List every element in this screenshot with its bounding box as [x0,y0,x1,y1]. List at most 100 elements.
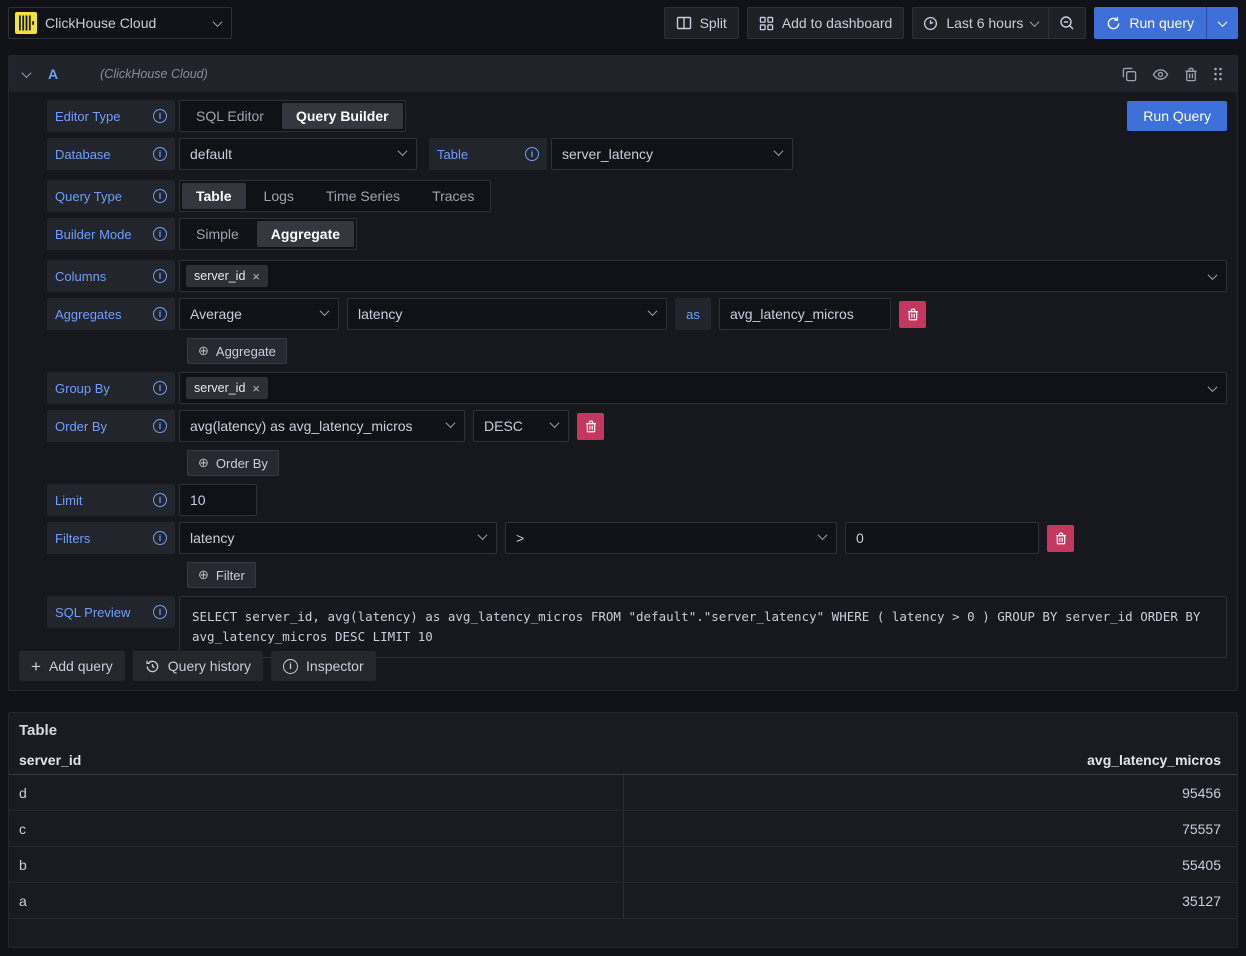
split-icon [676,15,692,31]
time-picker-group: Last 6 hours [912,7,1086,39]
run-query-dropdown-button[interactable] [1207,7,1238,39]
panel-title: Table [9,713,1237,745]
editor-type-query-builder[interactable]: Query Builder [282,103,403,129]
query-type-label: Query Type i [47,180,175,212]
filter-field-select[interactable]: latency [179,522,497,554]
remove-chip-icon[interactable]: × [252,382,260,395]
chevron-down-icon [648,306,658,316]
info-icon: i [153,227,167,241]
info-icon: i [283,659,298,674]
cell-avg-latency: 55405 [623,847,1237,882]
sql-preview-code: SELECT server_id, avg(latency) as avg_la… [179,596,1227,658]
table-body: d 95456 c 75557 b 55405 a 35127 [9,775,1237,919]
database-label: Database i [47,138,175,170]
info-icon: i [153,531,167,545]
zoom-out-time-button[interactable] [1049,8,1085,38]
circled-plus-icon: ⊕ [198,567,209,583]
info-icon: i [153,307,167,321]
filters-label: Filters i [47,522,175,554]
chevron-down-icon [550,418,560,428]
order-by-field-select[interactable]: avg(latency) as avg_latency_micros [179,410,465,442]
aggregates-label: Aggregates i [47,298,175,330]
aggregate-function-select[interactable]: Average [179,298,339,330]
time-range-button[interactable]: Last 6 hours [913,8,1048,38]
chevron-down-icon [398,146,408,156]
remove-filter-button[interactable] [1047,525,1074,552]
hide-query-button[interactable] [1152,67,1169,82]
table-select[interactable]: server_latency [551,138,793,170]
query-type-time-series[interactable]: Time Series [312,183,414,209]
table-label: Table i [429,138,547,170]
limit-label: Limit i [47,484,175,516]
columns-chip-server-id: server_id × [186,265,268,287]
add-order-by-button[interactable]: ⊕ Order By [187,450,279,476]
limit-input[interactable] [179,484,257,516]
database-select[interactable]: default [179,138,417,170]
circled-plus-icon: ⊕ [198,343,209,359]
add-to-dashboard-button[interactable]: Add to dashboard [747,7,905,39]
column-header-avg-latency-micros[interactable]: avg_latency_micros [623,752,1237,768]
remove-order-by-button[interactable] [577,413,604,440]
order-by-direction-select[interactable]: DESC [473,410,569,442]
column-header-server-id[interactable]: server_id [9,752,623,768]
query-type-logs[interactable]: Logs [250,183,308,209]
filter-operator-select[interactable]: > [505,522,837,554]
aggregate-column-select[interactable]: latency [347,298,667,330]
inspector-button[interactable]: i Inspector [271,651,376,681]
table-row: c 75557 [9,811,1237,847]
info-icon: i [153,419,167,433]
drag-handle-icon[interactable] [1213,66,1223,82]
chevron-down-icon [478,530,488,540]
datasource-name: ClickHouse Cloud [45,15,206,31]
builder-mode-label: Builder Mode i [47,218,175,250]
editor-type-sql-editor[interactable]: SQL Editor [182,103,278,129]
cell-server-id: d [9,785,623,801]
run-query-button[interactable]: Run query [1094,7,1206,39]
split-button[interactable]: Split [664,7,739,39]
circled-plus-icon: ⊕ [198,455,209,471]
add-query-button[interactable]: + Add query [19,651,125,681]
chevron-down-icon [213,17,223,27]
run-query-editor-button[interactable]: Run Query [1127,101,1227,131]
collapse-chevron-icon[interactable] [22,68,32,78]
aggregate-alias-input[interactable] [719,298,891,330]
chevron-down-icon [818,530,828,540]
query-history-button[interactable]: Query history [133,651,263,681]
chevron-down-icon [1208,270,1218,280]
query-ref-id: A [48,66,58,82]
run-query-split-button: Run query [1094,7,1238,39]
info-icon: i [153,381,167,395]
chevron-down-icon [1208,382,1218,392]
info-icon: i [153,189,167,203]
remove-chip-icon[interactable]: × [252,270,260,283]
query-type-traces[interactable]: Traces [418,183,488,209]
query-editor-panel: A (ClickHouse Cloud) [8,55,1238,691]
aggregate-as-label: as [675,298,711,330]
builder-mode-aggregate[interactable]: Aggregate [257,221,354,247]
remove-aggregate-button[interactable] [899,301,926,328]
builder-mode-simple[interactable]: Simple [182,221,253,247]
columns-multiselect[interactable]: server_id × [179,260,1227,292]
delete-query-button[interactable] [1184,67,1198,82]
columns-label: Columns i [47,260,175,292]
datasource-picker[interactable]: ClickHouse Cloud [8,7,232,39]
duplicate-query-button[interactable] [1122,67,1137,82]
info-icon: i [153,605,167,619]
chevron-down-icon [446,418,456,428]
chevron-down-icon [1218,17,1228,27]
dashboard-grid-icon [759,16,774,31]
sql-preview-label: SQL Preview i [47,596,175,628]
query-type-radio-group: Table Logs Time Series Traces [179,180,491,212]
filter-value-input[interactable] [845,522,1039,554]
info-icon: i [153,269,167,283]
add-aggregate-button[interactable]: ⊕ Aggregate [187,338,287,364]
add-filter-button[interactable]: ⊕ Filter [187,562,256,588]
table-row: a 35127 [9,883,1237,919]
group-by-multiselect[interactable]: server_id × [179,372,1227,404]
query-type-table[interactable]: Table [182,183,246,209]
group-by-chip-server-id: server_id × [186,377,268,399]
info-icon: i [153,493,167,507]
history-icon [145,659,160,674]
clickhouse-logo-icon [15,12,37,34]
zoom-out-icon [1059,15,1075,31]
